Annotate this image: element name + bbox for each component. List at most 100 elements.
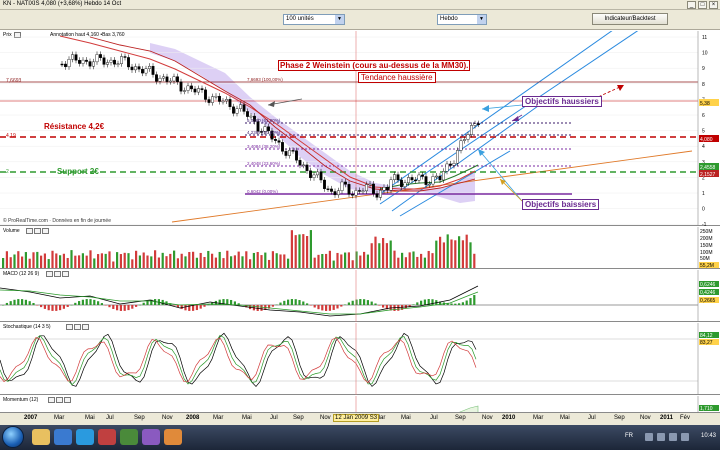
volume-bar — [89, 250, 92, 268]
macd-bar — [290, 299, 293, 305]
chevron-down-icon[interactable]: ▼ — [477, 15, 486, 24]
volume-bar — [378, 243, 381, 268]
macd-bar — [465, 300, 468, 305]
close-icon[interactable]: × — [709, 1, 718, 9]
volume-bar — [97, 254, 100, 268]
volume-bar — [268, 259, 271, 268]
trading-app-icon[interactable] — [98, 429, 116, 445]
flag-icon[interactable] — [681, 433, 689, 441]
candle-body — [379, 190, 382, 198]
price-panel[interactable]: Prix Annotation haut 4,160 •Bas 3,760 © … — [0, 31, 720, 226]
price-axis-ticks: 11109876543210-1 — [702, 35, 708, 226]
candle-body — [81, 59, 85, 64]
windows-start-icon[interactable] — [2, 426, 24, 448]
volume-bar — [385, 243, 388, 268]
taskbar-clock[interactable]: 10:43 — [701, 433, 716, 439]
stochastic-chart[interactable]: 84,12 83,27 — [0, 323, 720, 395]
fib-0-label: 0,6042 (0,00%) — [247, 189, 278, 194]
volume-bar — [306, 236, 309, 268]
candle-body — [172, 76, 176, 82]
macd-bar — [298, 300, 301, 305]
volume-bar — [283, 254, 286, 268]
browser-icon[interactable] — [76, 429, 94, 445]
chevron-down-icon[interactable]: ▼ — [335, 15, 344, 24]
macd-panel[interactable]: MACD (12 26 9) 0,6246 0,4246 0,2665 — [0, 270, 720, 322]
volume-bar — [108, 251, 111, 268]
macd-chart[interactable]: 0,6246 0,4246 0,2665 — [0, 270, 720, 322]
candle-body — [277, 140, 281, 143]
battery-icon[interactable] — [669, 433, 677, 441]
volume-bar — [9, 257, 12, 268]
macd-bar — [66, 305, 69, 307]
macd-bar — [344, 304, 347, 305]
volume-bar — [211, 253, 214, 268]
candle-body — [312, 174, 316, 178]
macd-bar — [127, 305, 130, 311]
price-tick-label: 10 — [702, 51, 708, 57]
explorer-icon[interactable] — [32, 429, 50, 445]
macd-bar — [473, 295, 476, 305]
volume-bar — [230, 256, 233, 268]
indicator-backtest-button[interactable]: Indicateur/Backtest — [592, 13, 668, 25]
volume-bar — [328, 250, 331, 268]
macd-bar — [461, 302, 464, 305]
candle-body — [106, 62, 109, 65]
macd-bar — [32, 302, 35, 305]
volume-bar — [420, 253, 423, 268]
candle-body — [340, 181, 344, 191]
language-indicator[interactable]: FR — [625, 433, 633, 439]
macd-bar — [283, 300, 286, 305]
office-icon[interactable] — [120, 429, 138, 445]
game-icon[interactable] — [142, 429, 160, 445]
time-axis-label: 2008 — [186, 415, 200, 421]
volume-bar — [233, 255, 236, 268]
candle-body — [239, 104, 242, 109]
candle-body — [368, 183, 372, 186]
volume-bar — [401, 252, 404, 268]
stochastic-panel[interactable]: Stochastique (14 3 5) 84,12 83,27 — [0, 323, 720, 395]
volume-icon[interactable] — [657, 433, 665, 441]
volume-panel[interactable]: Volume 250M 200M 150M 100M 50M 55,2M — [0, 227, 720, 269]
units-select[interactable]: 100 unités ▼ — [283, 14, 345, 25]
time-axis-label: Mai — [560, 415, 570, 421]
media-player-icon[interactable] — [54, 429, 72, 445]
minimize-icon[interactable]: _ — [687, 1, 696, 9]
macd-bar — [458, 303, 461, 305]
candle-body — [358, 190, 361, 192]
volume-chart[interactable]: 250M 200M 150M 100M 50M 55,2M — [0, 227, 720, 269]
volume-bar — [5, 251, 8, 268]
maximize-icon[interactable]: □ — [698, 1, 707, 9]
candle-body — [165, 76, 169, 82]
macd-bar — [416, 302, 419, 305]
paint-icon[interactable] — [164, 429, 182, 445]
time-axis-label: Mai — [85, 415, 95, 421]
macd-bar — [195, 305, 198, 311]
volume-bar — [450, 239, 453, 268]
candle-body — [214, 95, 218, 98]
windows-taskbar: FR 10:43 — [0, 425, 720, 450]
chart-toolbar: 100 unités ▼ Hebdo ▼ Indicateur/Backtest — [0, 10, 720, 30]
volume-bar — [13, 254, 16, 268]
candle-body — [246, 111, 249, 117]
candle-body — [382, 187, 386, 191]
period-select[interactable]: Hebdo ▼ — [437, 14, 487, 25]
price-tick-label: 9 — [702, 66, 705, 72]
candle-body — [281, 142, 284, 152]
candle-body — [204, 89, 207, 100]
volume-bar — [81, 253, 84, 268]
candle-body — [428, 183, 431, 186]
candle-body — [158, 77, 162, 82]
volume-tick-1: 250M — [700, 229, 713, 235]
volume-bar — [431, 253, 434, 268]
macd-bar — [36, 305, 39, 306]
volume-bar — [317, 254, 320, 268]
network-icon[interactable] — [645, 433, 653, 441]
candle-body — [155, 74, 158, 82]
time-axis-label: Sep — [614, 415, 625, 421]
macd-bar — [260, 305, 263, 311]
volume-bar — [32, 252, 35, 268]
volume-bar — [435, 240, 438, 268]
candle-body — [120, 56, 123, 64]
candle-body — [85, 59, 88, 62]
last-price-label: 4,080 — [700, 137, 713, 143]
